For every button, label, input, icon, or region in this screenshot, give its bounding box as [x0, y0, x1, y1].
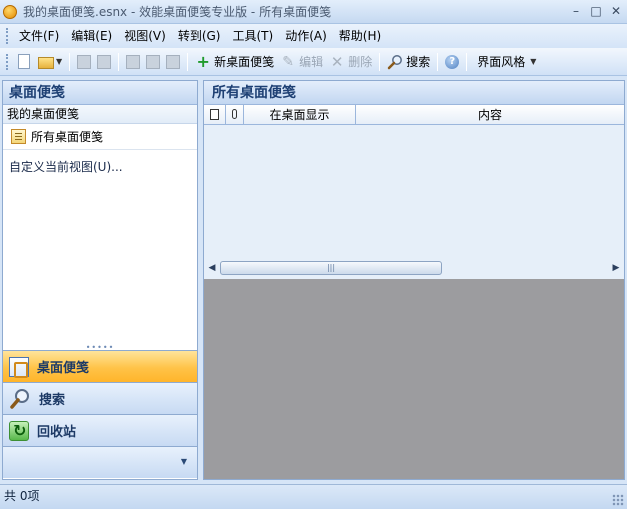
new-note-label: 新桌面便笺 — [214, 55, 275, 69]
toolbar-separator — [69, 52, 71, 71]
maximize-button[interactable]: □ — [589, 3, 603, 19]
copy-button[interactable] — [143, 51, 163, 73]
open-button[interactable]: ▼ — [35, 51, 65, 73]
style-label: 界面风格 — [477, 55, 526, 69]
search-label: 搜索 — [406, 55, 431, 69]
app-icon — [3, 4, 17, 19]
menu-bar: 文件(F) 编辑(E) 视图(V) 转到(G) 工具(T) 动作(A) 帮助(H… — [0, 24, 627, 48]
scroll-track[interactable]: ||| — [220, 261, 608, 275]
toolbar-separator — [466, 52, 468, 71]
copy-icon — [146, 54, 161, 69]
column-header-type[interactable] — [204, 105, 226, 125]
column-header-content[interactable]: 内容 — [356, 105, 624, 125]
help-button[interactable]: ? — [442, 51, 462, 73]
scroll-right-icon[interactable]: ▶ — [608, 263, 624, 273]
column-header-attachment[interactable] — [226, 105, 244, 125]
title-bar: 我的桌面便笺.esnx - 效能桌面便笺专业版 - 所有桌面便笺 – □ ✕ — [0, 0, 627, 24]
toolbar-separator — [118, 52, 120, 71]
status-count: 共 0项 — [4, 489, 40, 503]
notes-list[interactable]: 在桌面显示 内容 ◀ ||| ▶ — [204, 105, 624, 279]
tree-node-all-notes[interactable]: 所有桌面便笺 — [3, 124, 197, 150]
dropdown-arrow-icon: ▼ — [56, 57, 63, 66]
column-header-show-on-desktop[interactable]: 在桌面显示 — [244, 105, 356, 125]
nav-footer[interactable]: ▼ — [3, 446, 197, 478]
menu-grip — [6, 28, 9, 44]
column-headers: 在桌面显示 内容 — [204, 105, 624, 125]
navigation-buttons: 桌面便笺 搜索 回收站 ▼ — [3, 350, 197, 478]
search-button[interactable]: 搜索 — [384, 51, 433, 73]
toolbar-separator — [187, 52, 189, 71]
cut-icon — [126, 54, 141, 69]
status-bar: 共 0项 — [0, 484, 627, 509]
menu-tools[interactable]: 工具(T) — [226, 25, 279, 47]
window-title: 我的桌面便笺.esnx - 效能桌面便笺专业版 - 所有桌面便笺 — [23, 5, 332, 19]
menu-file[interactable]: 文件(F) — [13, 25, 65, 47]
tree-root-item[interactable]: 我的桌面便笺 — [3, 105, 197, 124]
delete-x-icon: ✕ — [330, 52, 344, 71]
new-file-button[interactable] — [13, 51, 35, 73]
delete-label: 删除 — [348, 55, 373, 69]
paperclip-icon — [232, 109, 237, 119]
edit-button[interactable]: ✎ 编辑 — [277, 51, 326, 73]
plus-icon: + — [196, 51, 210, 71]
recycle-bin-icon — [9, 420, 29, 441]
cut-button[interactable] — [123, 51, 143, 73]
navigation-pane-title: 桌面便笺 — [3, 81, 197, 105]
menu-edit[interactable]: 编辑(E) — [65, 25, 118, 47]
print-icon — [77, 54, 92, 69]
search-icon — [10, 388, 29, 409]
nav-button-recycle-bin[interactable]: 回收站 — [3, 414, 197, 446]
document-icon — [210, 109, 219, 120]
tree-node-label: 所有桌面便笺 — [31, 130, 104, 144]
nav-button-label: 回收站 — [37, 425, 77, 440]
nav-button-notes[interactable]: 桌面便笺 — [3, 350, 197, 382]
paste-button[interactable] — [163, 51, 183, 73]
customize-view-link[interactable]: 自定义当前视图(U)... — [3, 158, 197, 176]
window-controls: – □ ✕ — [569, 3, 623, 19]
toolbar-separator — [379, 52, 381, 71]
menu-goto[interactable]: 转到(G) — [172, 25, 227, 47]
nav-button-search[interactable]: 搜索 — [3, 382, 197, 414]
search-icon — [387, 54, 403, 69]
style-dropdown[interactable]: 界面风格 ▼ — [471, 51, 539, 73]
print-preview-icon — [97, 54, 112, 69]
notes-pane: 所有桌面便笺 在桌面显示 内容 ◀ ||| ▶ — [203, 80, 625, 480]
notes-icon — [9, 356, 29, 378]
new-file-icon — [18, 54, 30, 69]
open-folder-icon — [38, 57, 54, 69]
pencil-icon: ✎ — [282, 53, 295, 70]
preview-area — [204, 279, 624, 479]
paste-icon — [166, 54, 181, 69]
chevron-down-icon: ▼ — [180, 457, 187, 466]
print-button[interactable] — [74, 51, 94, 73]
close-button[interactable]: ✕ — [609, 3, 623, 19]
notes-pane-title: 所有桌面便笺 — [204, 81, 624, 105]
navigation-pane: 桌面便笺 我的桌面便笺 所有桌面便笺 自定义当前视图(U)... ••••• 桌… — [2, 80, 198, 480]
toolbar: ▼ + 新桌面便笺 ✎ 编辑 ✕ 删除 搜索 ? 界面风格 ▼ — [0, 48, 627, 76]
menu-help[interactable]: 帮助(H) — [333, 25, 387, 47]
scroll-thumb[interactable]: ||| — [220, 261, 442, 275]
nav-button-label: 搜索 — [39, 393, 66, 408]
note-icon — [11, 129, 26, 144]
scroll-left-icon[interactable]: ◀ — [204, 263, 220, 273]
nav-button-label: 桌面便笺 — [37, 361, 90, 376]
toolbar-separator — [437, 52, 439, 71]
delete-button[interactable]: ✕ 删除 — [326, 51, 375, 73]
toolbar-grip — [6, 53, 9, 70]
dropdown-arrow-icon: ▼ — [530, 57, 537, 66]
new-note-button[interactable]: + 新桌面便笺 — [192, 51, 277, 73]
minimize-button[interactable]: – — [569, 3, 583, 19]
menu-action[interactable]: 动作(A) — [279, 25, 333, 47]
horizontal-scrollbar[interactable]: ◀ ||| ▶ — [204, 259, 624, 277]
menu-view[interactable]: 视图(V) — [118, 25, 172, 47]
resize-grip[interactable] — [612, 494, 624, 506]
help-icon: ? — [445, 54, 460, 69]
edit-label: 编辑 — [299, 55, 324, 69]
print-preview-button[interactable] — [94, 51, 114, 73]
